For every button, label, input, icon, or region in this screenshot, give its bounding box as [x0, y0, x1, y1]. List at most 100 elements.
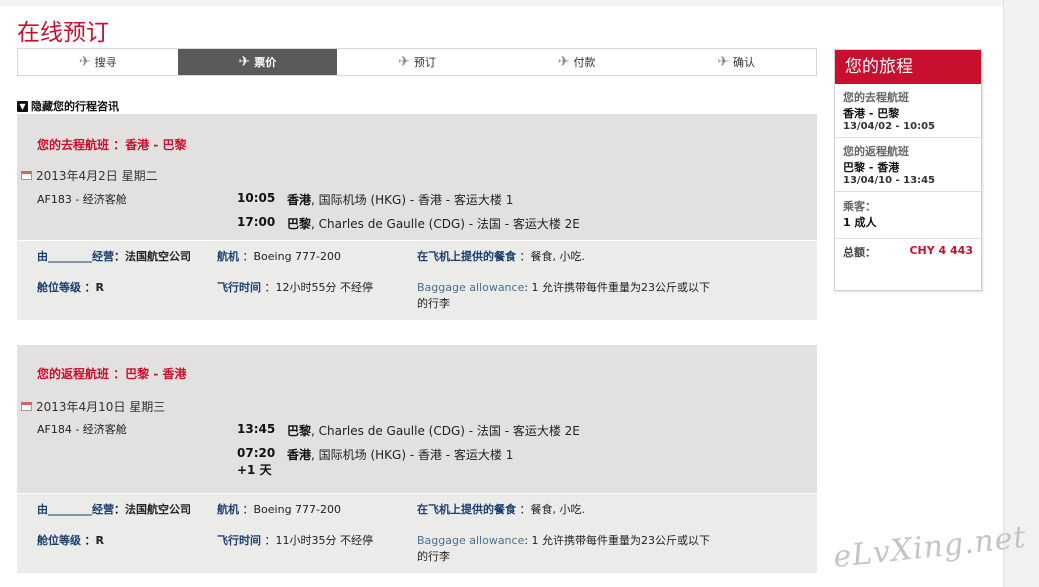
date-text: 2013年4月2日 星期二	[36, 169, 158, 183]
place: , Charles de Gaulle (CDG) - 法国 - 客运大楼 2E	[311, 424, 580, 438]
step-pay[interactable]: ✈ 付款	[497, 49, 657, 75]
operated-by: 由________经营：法国航空公司	[37, 248, 212, 264]
outbound-date: 2013年4月2日 星期二	[21, 167, 158, 184]
outbound-dep-location: 香港, 国际机场 (HKG) - 香港 - 客运大楼 1	[287, 191, 513, 208]
label: 由________经营	[37, 503, 114, 516]
outbound-heading: 您的去程航班 ：香港 - 巴黎	[37, 138, 187, 152]
hide-itinerary-toggle[interactable]: ▼ 隐藏您的行程咨讯	[17, 98, 119, 114]
inbound-dep-location: 巴黎, Charles de Gaulle (CDG) - 法国 - 客运大楼 …	[287, 422, 580, 439]
flight-duration: 飞行时间 ：11小时35分 不经停	[217, 532, 373, 548]
datetime: 13/04/02 - 10:05	[843, 121, 935, 132]
summary-total: 总额： CHY 4 443	[835, 239, 981, 265]
inbound-dep-time: 13:45	[237, 422, 276, 436]
outbound-arr-time: 17:00	[237, 215, 276, 229]
label: 舱位等级	[37, 534, 81, 547]
plane-icon: ✈	[238, 54, 251, 70]
step-label: 票价	[254, 56, 277, 69]
value: ：12小时55分 不经停	[264, 281, 374, 294]
value: ：餐食, 小吃.	[519, 503, 586, 516]
label: 航机	[217, 250, 239, 263]
route: 巴黎 - 香港	[843, 161, 900, 174]
value: ：法国航空公司	[114, 503, 191, 516]
outbound-details: 由________经营：法国航空公司 航机 ：Boeing 777-200 在飞…	[17, 240, 817, 320]
inbound-arr-plus-day: +1 天	[237, 463, 272, 477]
city: 香港	[287, 448, 312, 462]
value: ：R	[84, 281, 104, 294]
place: , 国际机场 (HKG) - 香港 - 客运大楼 1	[311, 193, 514, 207]
watermark: eLvXing.net	[831, 519, 1029, 576]
step-label: 确认	[733, 56, 756, 69]
datetime: 13/04/10 - 13:45	[843, 175, 935, 186]
label: 由________经营	[37, 250, 114, 263]
route: 香港 - 巴黎	[843, 107, 900, 120]
value: 1 成人	[843, 216, 877, 229]
plane-icon: ✈	[557, 54, 570, 70]
city: 香港	[287, 193, 312, 207]
value: ：11小时35分 不经停	[264, 534, 374, 547]
booking-steps: ✈ 搜寻 ✈ 票价 ✈ 预订 ✈ 付款 ✈ 确认	[17, 48, 817, 76]
value: ：Boeing 777-200	[242, 503, 342, 516]
calendar-icon	[21, 171, 32, 180]
label: 舱位等级	[37, 281, 81, 294]
label: 飞行时间	[217, 534, 261, 547]
aircraft: 航机 ：Boeing 777-200	[217, 501, 341, 517]
label: 航机	[217, 503, 239, 516]
step-search[interactable]: ✈ 搜寻	[18, 49, 178, 75]
label: 在飞机上提供的餐食	[417, 503, 516, 516]
total-value: CHY 4 443	[909, 244, 973, 257]
trip-summary-panel: 您的旅程 您的去程航班 香港 - 巴黎 13/04/02 - 10:05 您的返…	[834, 49, 982, 291]
page-gutter	[1003, 0, 1039, 587]
label: 在飞机上提供的餐食	[417, 250, 516, 263]
top-strip	[0, 0, 1003, 6]
outbound-flight-number: AF183 - 经济客舱	[37, 193, 127, 206]
label: 飞行时间	[217, 281, 261, 294]
baggage-allowance: Baggage allowance: 1 允许携带每件重量为23公斤或以下的行李	[417, 532, 717, 564]
plane-icon: ✈	[78, 54, 91, 70]
outbound-dep-time: 10:05	[237, 191, 276, 205]
inbound-arr-location: 香港, 国际机场 (HKG) - 香港 - 客运大楼 1	[287, 446, 513, 463]
cabin-class: 舱位等级 ：R	[37, 532, 104, 548]
aircraft: 航机 ：Boeing 777-200	[217, 248, 341, 264]
city: 巴黎	[287, 217, 312, 231]
operated-by: 由________经营：法国航空公司	[37, 501, 212, 517]
trip-summary-title: 您的旅程	[835, 50, 981, 84]
outbound-flight-card: 您的去程航班 ：香港 - 巴黎 2013年4月2日 星期二 AF183 - 经济…	[17, 114, 817, 320]
inbound-flight-card: 您的返程航班 ：巴黎 - 香港 2013年4月10日 星期三 AF184 - 经…	[17, 345, 817, 573]
meal: 在飞机上提供的餐食 ：餐食, 小吃.	[417, 501, 585, 517]
meal: 在飞机上提供的餐食 ：餐食, 小吃.	[417, 248, 585, 264]
label: 您的返程航班	[843, 145, 909, 158]
step-book[interactable]: ✈ 预订	[337, 49, 497, 75]
label: 乘客：	[843, 200, 876, 213]
outbound-arr-location: 巴黎, Charles de Gaulle (CDG) - 法国 - 客运大楼 …	[287, 215, 580, 232]
value: ：R	[84, 534, 104, 547]
baggage-allowance: Baggage allowance: 1 允许携带每件重量为23公斤或以下的行李	[417, 279, 717, 311]
total-label: 总额：	[843, 246, 876, 259]
value: ：Boeing 777-200	[242, 250, 342, 263]
summary-outbound: 您的去程航班 香港 - 巴黎 13/04/02 - 10:05	[835, 84, 981, 138]
inbound-date: 2013年4月10日 星期三	[21, 398, 165, 415]
label: Baggage allowance	[417, 534, 525, 547]
cabin-class: 舱位等级 ：R	[37, 279, 104, 295]
summary-passengers: 乘客： 1 成人	[835, 192, 981, 239]
step-fare[interactable]: ✈ 票价	[177, 49, 338, 75]
step-label: 付款	[573, 56, 596, 69]
flight-duration: 飞行时间 ：12小时55分 不经停	[217, 279, 373, 295]
plane-icon: ✈	[398, 54, 410, 70]
label: 您的去程航班	[843, 91, 909, 104]
step-confirm[interactable]: ✈ 确认	[656, 49, 816, 75]
step-label: 预订	[413, 56, 436, 69]
step-label: 搜寻	[94, 56, 117, 69]
inbound-details: 由________经营：法国航空公司 航机 ：Boeing 777-200 在飞…	[17, 493, 817, 573]
inbound-heading: 您的返程航班 ：巴黎 - 香港	[37, 367, 187, 381]
chevron-down-icon: ▼	[17, 100, 28, 112]
value: ：餐食, 小吃.	[519, 250, 586, 263]
place: , Charles de Gaulle (CDG) - 法国 - 客运大楼 2E	[311, 217, 580, 231]
label: Baggage allowance	[417, 281, 525, 294]
value: ：法国航空公司	[114, 250, 191, 263]
inbound-flight-number: AF184 - 经济客舱	[37, 423, 127, 436]
plane-icon: ✈	[717, 54, 730, 70]
toggle-label: 隐藏您的行程咨讯	[31, 100, 119, 113]
date-text: 2013年4月10日 星期三	[36, 400, 166, 414]
city: 巴黎	[287, 424, 312, 438]
inbound-arr-time: 07:20	[237, 446, 276, 460]
